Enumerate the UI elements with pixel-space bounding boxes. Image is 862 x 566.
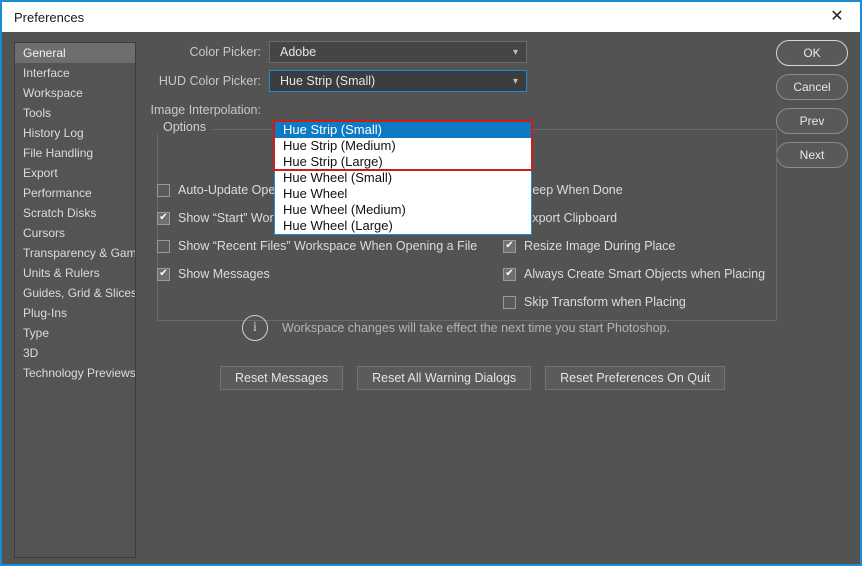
options-group-label: Options — [157, 120, 213, 134]
checkbox-box[interactable] — [503, 295, 516, 309]
dialog-action-buttons: OK Cancel Prev Next — [776, 40, 848, 176]
sidebar-item-cursors[interactable]: Cursors — [15, 223, 135, 243]
checkbox-box[interactable]: ✔ — [157, 267, 170, 281]
info-note-text: Workspace changes will take effect the n… — [282, 321, 670, 335]
dropdown-option-hue-strip-large[interactable]: Hue Strip (Large) — [275, 154, 531, 170]
close-icon[interactable]: ✕ — [814, 2, 860, 32]
sidebar-item-transparency-gamut[interactable]: Transparency & Gamut — [15, 243, 135, 263]
sidebar-item-technology-previews[interactable]: Technology Previews — [15, 363, 135, 383]
reset-preferences-on-quit-button[interactable]: Reset Preferences On Quit — [545, 366, 726, 390]
checkbox-box[interactable]: ✔ — [503, 239, 516, 253]
checkbox-box[interactable] — [157, 183, 170, 197]
dropdown-option-hue-wheel-large[interactable]: Hue Wheel (Large) — [275, 218, 531, 234]
workspace-info-note: i Workspace changes will take effect the… — [242, 315, 670, 341]
sidebar-item-history-log[interactable]: History Log — [15, 123, 135, 143]
checkbox-label: Show “Recent Files” Workspace When Openi… — [178, 239, 478, 253]
dropdown-option-hue-wheel-medium[interactable]: Hue Wheel (Medium) — [275, 202, 531, 218]
dropdown-option-hue-wheel[interactable]: Hue Wheel — [275, 186, 531, 202]
checkbox-show-messages[interactable]: ✔ Show Messages — [157, 267, 270, 281]
hud-color-picker-select[interactable]: Hue Strip (Small) ▾ — [269, 70, 527, 92]
sidebar-item-type[interactable]: Type — [15, 323, 135, 343]
checkbox-box[interactable]: ✔ — [503, 267, 516, 281]
sidebar-item-general[interactable]: General — [15, 43, 135, 63]
checkbox-skip-transform-when-placing[interactable]: Skip Transform when Placing — [503, 295, 686, 309]
dropdown-option-hue-wheel-small[interactable]: Hue Wheel (Small) — [275, 170, 531, 186]
color-picker-label: Color Picker: — [189, 45, 261, 59]
image-interpolation-row: Image Interpolation: — [147, 98, 777, 122]
checkbox-label: Always Create Smart Objects when Placing — [524, 267, 766, 281]
reset-buttons-row: Reset Messages Reset All Warning Dialogs… — [220, 366, 739, 390]
reset-messages-button[interactable]: Reset Messages — [220, 366, 344, 390]
dropdown-option-hue-strip-medium[interactable]: Hue Strip (Medium) — [275, 138, 531, 154]
sidebar-item-units-rulers[interactable]: Units & Rulers — [15, 263, 135, 283]
reset-all-warning-dialogs-button[interactable]: Reset All Warning Dialogs — [357, 366, 532, 390]
dropdown-option-hue-strip-small[interactable]: Hue Strip (Small) — [275, 122, 531, 138]
chevron-down-icon: ▾ — [512, 46, 518, 58]
title-bar: Preferences ✕ — [2, 2, 860, 32]
prev-button[interactable]: Prev — [776, 108, 848, 134]
sidebar-item-tools[interactable]: Tools — [15, 103, 135, 123]
checkbox-label: Skip Transform when Placing — [524, 295, 686, 309]
checkbox-label: Resize Image During Place — [524, 239, 676, 253]
next-button[interactable]: Next — [776, 142, 848, 168]
preferences-dialog: Preferences ✕ General Interface Workspac… — [0, 0, 862, 566]
checkbox-show-recent-files-workspace[interactable]: Show “Recent Files” Workspace When Openi… — [157, 239, 477, 253]
sidebar-item-export[interactable]: Export — [15, 163, 135, 183]
sidebar-item-performance[interactable]: Performance — [15, 183, 135, 203]
general-settings-pane: Color Picker: Adobe ▾ HUD Color Picker: … — [147, 40, 777, 127]
checkbox-always-create-smart-objects[interactable]: ✔ Always Create Smart Objects when Placi… — [503, 267, 765, 281]
sidebar-item-workspace[interactable]: Workspace — [15, 83, 135, 103]
info-icon: i — [242, 315, 268, 341]
chevron-down-icon: ▾ — [512, 75, 518, 87]
cancel-button[interactable]: Cancel — [776, 74, 848, 100]
hud-color-picker-dropdown-list[interactable]: Hue Strip (Small) Hue Strip (Medium) Hue… — [274, 121, 532, 235]
sidebar-item-interface[interactable]: Interface — [15, 63, 135, 83]
dialog-body: General Interface Workspace Tools Histor… — [2, 32, 860, 564]
checkbox-box[interactable] — [157, 239, 170, 253]
window-title: Preferences — [14, 9, 85, 25]
checkbox-label: Show Messages — [178, 267, 270, 281]
color-picker-value: Adobe — [280, 45, 317, 59]
hud-color-picker-label: HUD Color Picker: — [158, 74, 261, 88]
color-picker-row: Color Picker: Adobe ▾ — [147, 40, 777, 64]
checkbox-box[interactable]: ✔ — [157, 211, 170, 225]
hud-color-picker-row: HUD Color Picker: Hue Strip (Small) ▾ — [147, 69, 777, 93]
checkbox-label: Export Clipboard — [524, 211, 618, 225]
color-picker-select[interactable]: Adobe ▾ — [269, 41, 527, 63]
hud-color-picker-value: Hue Strip (Small) — [280, 74, 376, 88]
sidebar-item-guides-grid-slices[interactable]: Guides, Grid & Slices — [15, 283, 135, 303]
ok-button[interactable]: OK — [776, 40, 848, 66]
image-interpolation-label: Image Interpolation: — [150, 103, 262, 117]
checkbox-resize-image-during-place[interactable]: ✔ Resize Image During Place — [503, 239, 675, 253]
sidebar-item-file-handling[interactable]: File Handling — [15, 143, 135, 163]
sidebar-item-plug-ins[interactable]: Plug-Ins — [15, 303, 135, 323]
sidebar-item-3d[interactable]: 3D — [15, 343, 135, 363]
checkbox-label: Beep When Done — [524, 183, 623, 197]
preferences-category-list[interactable]: General Interface Workspace Tools Histor… — [14, 42, 136, 558]
sidebar-item-scratch-disks[interactable]: Scratch Disks — [15, 203, 135, 223]
